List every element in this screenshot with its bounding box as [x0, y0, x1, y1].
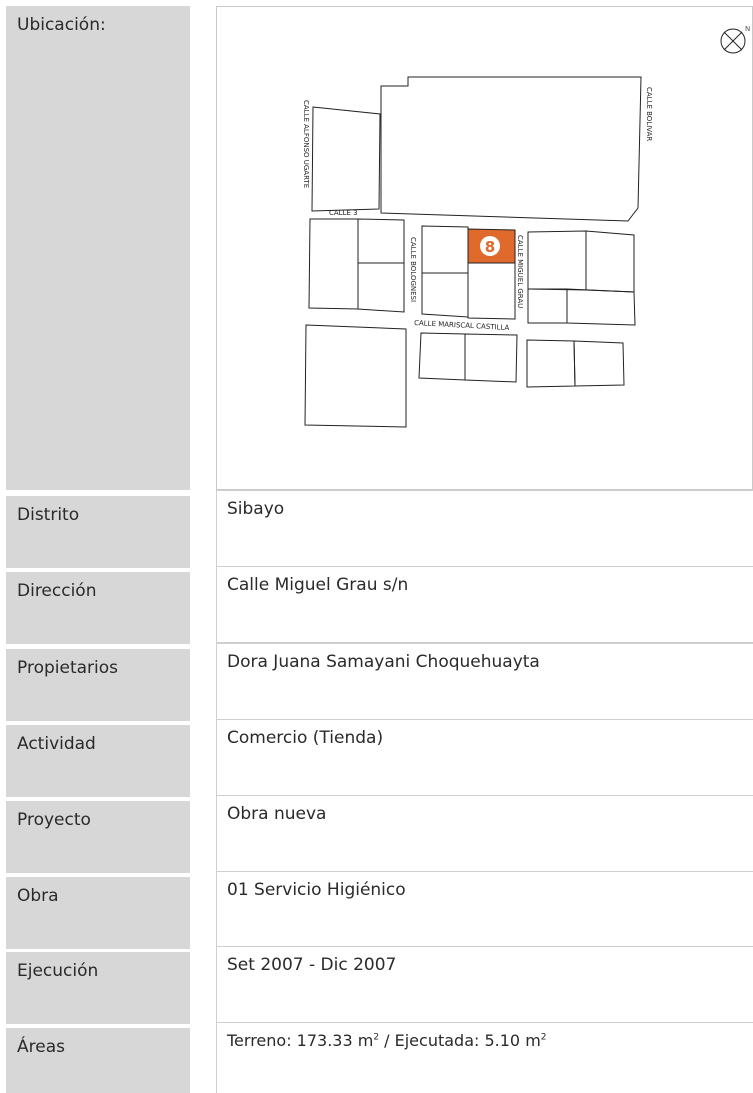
areas-exp-2: 2 [540, 1032, 547, 1043]
row-label-cell: Propietarios [6, 649, 190, 721]
map-block [421, 225, 469, 274]
street-label-alfonso-ugarte: CALLE ALFONSO UGARTE [302, 100, 310, 188]
areas-value-cell: Terreno: 173.33 m2 / Ejecutada: 5.10 m2 [216, 1022, 753, 1093]
row-value: Obra nueva [227, 804, 327, 824]
row-label: Proyecto [17, 810, 91, 830]
location-label-cell: Ubicación: [6, 6, 190, 490]
row-value: Set 2007 - Dic 2007 [227, 955, 397, 975]
row-value: Sibayo [227, 499, 285, 519]
row-value-cell: Set 2007 - Dic 2007 [216, 946, 753, 1023]
areas-label-cell: Áreas [6, 1028, 190, 1093]
row-value: Calle Miguel Grau s/n [227, 575, 409, 595]
map-block [357, 262, 405, 313]
street-label-calle3: CALLE 3 [329, 209, 358, 217]
map-block [527, 288, 568, 324]
map-block [566, 288, 636, 326]
row-value-cell: Dora Juana Samayani Choquehuayta [216, 643, 753, 720]
map-block [421, 272, 469, 318]
north-label: N [745, 25, 750, 33]
row-value: Dora Juana Samayani Choquehuayta [227, 652, 540, 672]
areas-label: Áreas [17, 1037, 65, 1057]
map-block [526, 339, 576, 388]
map-block [464, 333, 518, 383]
row-label-cell: Proyecto [6, 801, 190, 873]
row-label-cell: Ejecución [6, 952, 190, 1024]
map-block [418, 332, 466, 381]
map-block [585, 230, 635, 293]
row-value-cell: Sibayo [216, 490, 753, 567]
row-label: Actividad [17, 734, 96, 754]
areas-ejecutada: / Ejecutada: 5.10 m [379, 1031, 541, 1050]
map-block [304, 324, 407, 428]
map-block [311, 106, 381, 212]
row-value-cell: Calle Miguel Grau s/n [216, 566, 753, 643]
row-value: 01 Servicio Higiénico [227, 880, 406, 900]
areas-value: Terreno: 173.33 m2 / Ejecutada: 5.10 m2 [227, 1031, 547, 1050]
row-value-cell: Comercio (Tienda) [216, 719, 753, 796]
row-label: Distrito [17, 505, 80, 525]
row-label-cell: Obra [6, 877, 190, 949]
map-block [467, 262, 516, 320]
row-label-cell: Dirección [6, 572, 190, 644]
map-block [308, 218, 359, 310]
row-label-cell: Distrito [6, 496, 190, 568]
north-arrow-icon [720, 28, 746, 54]
row-value-cell: Obra nueva [216, 795, 753, 872]
map-block [357, 218, 405, 264]
street-label-miguel-grau: CALLE MIGUEL GRAU [516, 235, 524, 308]
areas-terreno: Terreno: 173.33 m [227, 1031, 374, 1050]
street-label-bolivar: CALLE BOLIVAR [645, 87, 653, 141]
row-value-cell: 01 Servicio Higiénico [216, 871, 753, 948]
street-label-bolognesi: CALLE BOLOGNESI [409, 237, 417, 302]
map-block-large [380, 76, 642, 222]
row-label: Ejecución [17, 961, 99, 981]
row-value: Comercio (Tienda) [227, 728, 384, 748]
lot-marker-number: 8 [485, 238, 495, 256]
map-block [573, 340, 625, 387]
street-label-mariscal-castilla: CALLE MARISCAL CASTILLA [414, 319, 510, 332]
location-label: Ubicación: [17, 15, 106, 35]
map-drawing: 8 N CALLE ALFONSO UGARTE CALLE BOLIVAR C… [302, 25, 750, 428]
row-label: Obra [17, 886, 59, 906]
row-label-cell: Actividad [6, 725, 190, 797]
row-label: Propietarios [17, 658, 118, 678]
row-label: Dirección [17, 581, 97, 601]
map-block [527, 230, 587, 291]
location-map: 8 N CALLE ALFONSO UGARTE CALLE BOLIVAR C… [216, 6, 753, 490]
